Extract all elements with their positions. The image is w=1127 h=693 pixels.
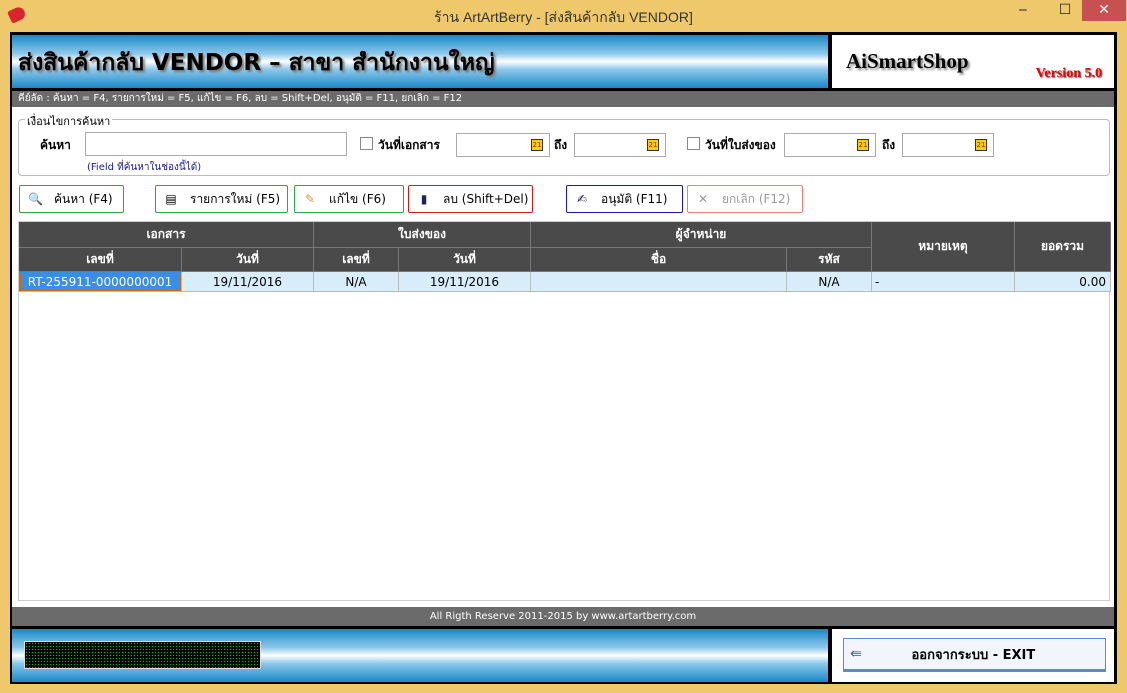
footer-bar: All Rigth Reserve 2011-2015 by www.artar…	[12, 607, 1114, 626]
search-legend: เงื่อนไขการค้นหา	[25, 112, 113, 130]
search-group: เงื่อนไขการค้นหา ค้นหา (Field ที่ค้นหาใน…	[18, 112, 1110, 176]
led-display	[24, 641, 261, 669]
window-title: ร้าน ArtArtBerry - [ส่งสินค้ากลับ VENDOR…	[434, 9, 693, 25]
doc-date-checkbox[interactable]	[360, 137, 373, 150]
cancel-button-label: ยกเลิก (F12)	[722, 191, 791, 206]
column-header-delivery-date[interactable]: วันที่	[399, 248, 531, 272]
document-icon: ▤	[165, 192, 177, 206]
approve-button-label: อนุมัติ (F11)	[601, 191, 668, 206]
search-button[interactable]: 🔍 ค้นหา (F4)	[19, 185, 124, 213]
column-header-note[interactable]: หมายเหตุ	[872, 222, 1015, 272]
cell-vendor-code[interactable]: N/A	[787, 272, 872, 292]
close-button[interactable]: ✕	[1082, 0, 1126, 21]
delete-button-label: ลบ (Shift+Del)	[443, 191, 529, 206]
header-band: ส่งสินค้ากลับ VENDOR – สาขา สำนักงานใหญ่	[12, 35, 828, 88]
content-area: เงื่อนไขการค้นหา ค้นหา (Field ที่ค้นหาใน…	[12, 107, 1114, 607]
approve-button[interactable]: ✍ อนุมัติ (F11)	[566, 185, 683, 213]
search-label: ค้นหา	[40, 138, 71, 152]
column-header-vendor-name[interactable]: ชื่อ	[531, 248, 787, 272]
cell-doc-no[interactable]: RT-255911-0000000001	[19, 272, 182, 292]
brand-box: AiSmartShop Version 5.0	[832, 35, 1114, 88]
column-header-delivery-no[interactable]: เลขที่	[314, 248, 399, 272]
page-title: ส่งสินค้ากลับ VENDOR – สาขา สำนักงานใหญ่	[18, 50, 495, 76]
minimize-button[interactable]: ‒	[1000, 0, 1046, 21]
search-hint: (Field ที่ค้นหาในช่องนี้ได้)	[87, 162, 202, 173]
new-button-label: รายการใหม่ (F5)	[190, 191, 281, 206]
column-header-vendor-code[interactable]: รหัส	[787, 248, 872, 272]
signature-icon: ✍	[576, 192, 588, 206]
edit-button[interactable]: ✎ แก้ไข (F6)	[294, 185, 404, 213]
cell-note[interactable]: -	[872, 272, 1015, 292]
edit-icon: ✎	[304, 192, 316, 206]
new-button[interactable]: ▤ รายการใหม่ (F5)	[155, 185, 288, 213]
cancel-button[interactable]: ✕ ยกเลิก (F12)	[687, 185, 803, 213]
cell-delivery-no[interactable]: N/A	[314, 272, 399, 292]
doc-date-from[interactable]: 21	[456, 133, 550, 157]
calendar-icon[interactable]: 21	[857, 139, 869, 151]
bottom-band	[12, 629, 828, 682]
exit-door-icon: ⇚	[850, 646, 862, 662]
delivery-date-checkbox[interactable]	[687, 137, 700, 150]
cell-delivery-date[interactable]: 19/11/2016	[399, 272, 531, 292]
group-header-delivery: ใบส่งของ	[314, 222, 531, 248]
exit-button[interactable]: ⇚ ออกจากระบบ - EXIT	[843, 638, 1106, 672]
delivery-date-label: วันที่ใบส่งของ	[705, 138, 776, 152]
column-header-doc-date[interactable]: วันที่	[182, 248, 314, 272]
trash-icon: ▮	[420, 192, 428, 206]
version-label: Version 5.0	[1035, 66, 1102, 81]
cell-doc-date[interactable]: 19/11/2016	[182, 272, 314, 292]
data-grid: เอกสาร ใบส่งของ ผู้จำหน่าย หมายเหตุ ยอดร…	[18, 221, 1111, 601]
search-button-label: ค้นหา (F4)	[54, 191, 113, 206]
title-bar: ร้าน ArtArtBerry - [ส่งสินค้ากลับ VENDOR…	[0, 0, 1127, 31]
edit-button-label: แก้ไข (F6)	[329, 191, 386, 206]
delivery-date-to[interactable]: 21	[902, 133, 994, 157]
cell-total[interactable]: 0.00	[1015, 272, 1111, 292]
column-header-doc-no[interactable]: เลขที่	[19, 248, 182, 272]
doc-date-to[interactable]: 21	[574, 133, 666, 157]
to-label: ถึง	[554, 138, 568, 152]
group-header-document: เอกสาร	[19, 222, 314, 248]
shortcut-bar: คีย์ลัด : ค้นหา = F4, รายการใหม่ = F5, แ…	[12, 91, 1114, 107]
calendar-icon[interactable]: 21	[531, 139, 543, 151]
x-icon: ✕	[697, 192, 709, 206]
column-header-total[interactable]: ยอดรวม	[1015, 222, 1111, 272]
magnifier-icon: 🔍	[28, 192, 43, 206]
to-label-2: ถึง	[882, 138, 896, 152]
calendar-icon[interactable]: 21	[647, 139, 659, 151]
delivery-date-from[interactable]: 21	[784, 133, 876, 157]
exit-box: ⇚ ออกจากระบบ - EXIT	[832, 629, 1114, 682]
group-header-vendor: ผู้จำหน่าย	[531, 222, 872, 248]
search-input[interactable]	[85, 132, 347, 156]
delete-button[interactable]: ▮ ลบ (Shift+Del)	[408, 185, 533, 213]
doc-date-label: วันที่เอกสาร	[378, 138, 440, 152]
brand-logo: AiSmartShop	[846, 49, 969, 73]
calendar-icon[interactable]: 21	[975, 139, 987, 151]
exit-button-label: ออกจากระบบ - EXIT	[911, 647, 1036, 663]
cell-vendor-name[interactable]	[531, 272, 787, 292]
